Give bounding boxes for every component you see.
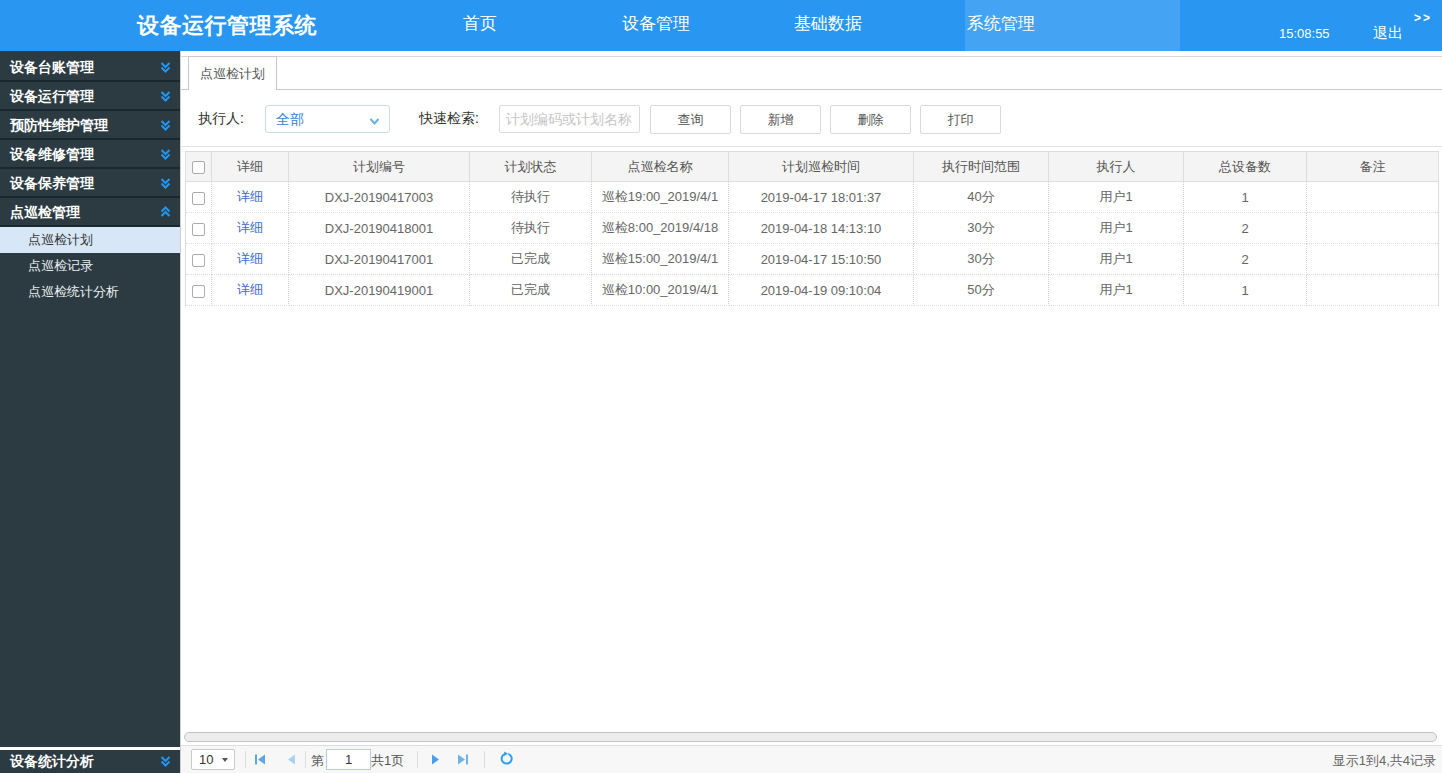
chevron-down-icon: [159, 755, 172, 768]
col-range: 执行时间范围: [914, 152, 1049, 182]
caret-down-icon: [222, 758, 228, 762]
tab-dianxunjian-jihua[interactable]: 点巡检计划: [188, 56, 277, 90]
col-executor: 执行人: [1049, 152, 1184, 182]
table-row: 详细 DXJ-20190417003 待执行 巡检19:00_2019/4/1 …: [186, 182, 1439, 213]
horizontal-scrollbar[interactable]: [184, 732, 1437, 742]
detail-link[interactable]: 详细: [237, 220, 263, 235]
detail-link[interactable]: 详细: [237, 251, 263, 266]
plan-table: 详细 计划编号 计划状态 点巡检名称 计划巡检时间 执行时间范围 执行人 总设备…: [185, 151, 1439, 306]
sidebar-item-weixiu[interactable]: 设备维修管理: [0, 140, 180, 169]
detail-link[interactable]: 详细: [237, 282, 263, 297]
sidebar-subitem-fenxi[interactable]: 点巡检统计分析: [0, 279, 180, 305]
row-checkbox[interactable]: [192, 192, 205, 205]
pager-status: 显示1到4,共4记录: [1333, 752, 1436, 770]
prev-page-button[interactable]: [285, 753, 298, 766]
first-page-button[interactable]: [254, 753, 267, 766]
sidebar-subitem-jilu[interactable]: 点巡检记录: [0, 253, 180, 279]
print-button[interactable]: 打印: [920, 105, 1001, 134]
sidebar-item-yunxing[interactable]: 设备运行管理: [0, 82, 180, 111]
col-devices: 总设备数: [1184, 152, 1307, 182]
row-checkbox[interactable]: [192, 223, 205, 236]
expand-icon[interactable]: >>: [1414, 11, 1432, 25]
filter-toolbar: 执行人: 全部 快速检索: 查询 新增 删除 打印: [181, 90, 1442, 147]
delete-button[interactable]: 删除: [830, 105, 911, 134]
chevron-down-icon: [159, 61, 172, 74]
page-suffix: 共1页: [371, 752, 404, 770]
refresh-icon[interactable]: [499, 751, 514, 766]
chevron-down-icon: [159, 119, 172, 132]
col-remark: 备注: [1307, 152, 1439, 182]
chevron-up-icon: [159, 206, 172, 219]
nav-system[interactable]: 系统管理: [967, 12, 1035, 35]
nav-basic-data[interactable]: 基础数据: [794, 12, 862, 35]
last-page-button[interactable]: [456, 753, 469, 766]
select-all-checkbox[interactable]: [192, 161, 205, 174]
next-page-button[interactable]: [429, 753, 442, 766]
table-row: 详细 DXJ-20190418001 待执行 巡检8:00_2019/4/18 …: [186, 213, 1439, 244]
tab-bar: 点巡检计划: [181, 56, 1442, 90]
query-button[interactable]: 查询: [650, 105, 731, 134]
chevron-down-icon: [159, 177, 172, 190]
add-button[interactable]: 新增: [740, 105, 821, 134]
top-header: 设备运行管理系统 首页 设备管理 基础数据 系统管理 15:08:55 退出 >…: [0, 0, 1442, 51]
sidebar-item-dianxunjian[interactable]: 点巡检管理: [0, 198, 180, 227]
table-row: 详细 DXJ-20190419001 已完成 巡检10:00_2019/4/1 …: [186, 275, 1439, 306]
col-time: 计划巡检时间: [729, 152, 914, 182]
executor-select-value: 全部: [276, 111, 304, 129]
chevron-down-icon: [368, 114, 381, 132]
row-checkbox[interactable]: [192, 254, 205, 267]
clock: 15:08:55: [1279, 26, 1330, 41]
detail-link[interactable]: 详细: [237, 189, 263, 204]
search-label: 快速检索:: [419, 110, 479, 128]
main-content: 点巡检计划 执行人: 全部 快速检索: 查询 新增 删除 打印 详细 计划编号 …: [180, 51, 1442, 773]
page-prefix: 第: [311, 752, 324, 770]
executor-select[interactable]: 全部: [265, 105, 390, 133]
chevron-down-icon: [159, 148, 172, 161]
page-size-select[interactable]: 10: [191, 749, 235, 770]
col-status: 计划状态: [470, 152, 592, 182]
executor-label: 执行人:: [198, 110, 244, 128]
col-name: 点巡检名称: [592, 152, 729, 182]
col-code: 计划编号: [289, 152, 470, 182]
row-checkbox[interactable]: [192, 285, 205, 298]
nav-equipment[interactable]: 设备管理: [622, 12, 690, 35]
table-row: 详细 DXJ-20190417001 已完成 巡检15:00_2019/4/1 …: [186, 244, 1439, 275]
sidebar-item-tongji[interactable]: 设备统计分析: [0, 750, 180, 773]
chevron-down-icon: [159, 90, 172, 103]
sidebar-item-yufangxing[interactable]: 预防性维护管理: [0, 111, 180, 140]
pager-bar: 10 第 共1页 显示1到4,共4记录: [181, 745, 1442, 773]
nav-home[interactable]: 首页: [463, 12, 497, 35]
page-number-input[interactable]: [326, 749, 371, 770]
table-header-row: 详细 计划编号 计划状态 点巡检名称 计划巡检时间 执行时间范围 执行人 总设备…: [186, 152, 1439, 182]
sidebar-item-baoyang[interactable]: 设备保养管理: [0, 169, 180, 198]
logout-button[interactable]: 退出: [1373, 24, 1403, 43]
col-detail: 详细: [212, 152, 289, 182]
search-input[interactable]: [499, 105, 640, 133]
app-title: 设备运行管理系统: [137, 11, 317, 41]
sidebar: 设备台账管理 设备运行管理 预防性维护管理 设备维修管理 设备保养管理 点巡检管…: [0, 51, 180, 747]
sidebar-item-taizhang[interactable]: 设备台账管理: [0, 53, 180, 82]
sidebar-subitem-jihua[interactable]: 点巡检计划: [0, 227, 180, 253]
header-checkbox-cell: [186, 152, 212, 182]
